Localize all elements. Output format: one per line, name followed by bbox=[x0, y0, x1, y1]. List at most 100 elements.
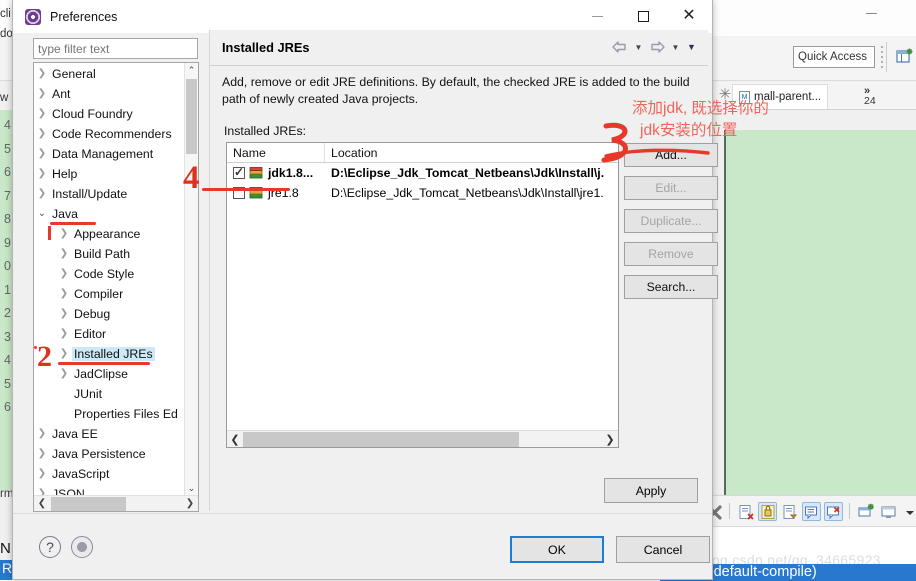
scroll-left-icon[interactable]: ❮ bbox=[227, 433, 243, 446]
code-editor-area[interactable] bbox=[726, 130, 916, 507]
scroll-up-icon[interactable]: ⌃ bbox=[185, 63, 198, 77]
tree-item-ant[interactable]: ❯Ant bbox=[34, 84, 184, 104]
view-menu-chevron-down-icon[interactable]: ▼ bbox=[685, 38, 698, 56]
filter-input[interactable] bbox=[33, 38, 198, 59]
tree-item-code-recommenders[interactable]: ❯Code Recommenders bbox=[34, 124, 184, 144]
tree-item-general[interactable]: ❯General bbox=[34, 64, 184, 84]
chevron-right-icon[interactable]: ❯ bbox=[34, 444, 50, 464]
open-console-icon[interactable] bbox=[856, 502, 875, 521]
tree-item-properties-files-editor[interactable]: Properties Files Ed bbox=[34, 404, 184, 424]
chevron-right-icon[interactable]: ❯ bbox=[34, 484, 50, 495]
tree-horizontal-scrollbar[interactable]: ❮ ❯ bbox=[34, 495, 198, 511]
table-row[interactable]: jre1.8 D:\Eclipse_Jdk_Tomcat_Netbeans\Jd… bbox=[227, 183, 618, 203]
tree-item-help[interactable]: ❯Help bbox=[34, 164, 184, 184]
chevron-right-icon[interactable]: ❯ bbox=[56, 284, 72, 304]
tree-item-cloud-foundry[interactable]: ❯Cloud Foundry bbox=[34, 104, 184, 124]
chevron-right-icon[interactable]: ❯ bbox=[34, 164, 50, 184]
chevron-right-icon[interactable]: ❯ bbox=[56, 364, 72, 384]
toolbar-drag-handle-icon[interactable] bbox=[879, 44, 884, 70]
chevron-down-icon[interactable]: ⌄ bbox=[34, 204, 50, 224]
scroll-left-icon[interactable]: ❮ bbox=[34, 498, 50, 509]
minimize-button[interactable] bbox=[574, 0, 620, 32]
scrollbar-thumb[interactable] bbox=[243, 432, 519, 447]
ok-button[interactable]: OK bbox=[510, 536, 604, 563]
chevron-right-icon[interactable]: ❯ bbox=[34, 464, 50, 484]
page-nav-controls[interactable]: ▼ ▼ ▼ bbox=[611, 38, 698, 56]
tree-item-json[interactable]: ❯JSON bbox=[34, 484, 184, 495]
tree-item-jadclipse[interactable]: ❯JadClipse bbox=[34, 364, 184, 384]
close-icon: ✕ bbox=[682, 8, 695, 24]
table-cell-name[interactable]: jdk1.8... bbox=[227, 166, 325, 180]
tree-item-junit[interactable]: JUnit bbox=[34, 384, 184, 404]
tree-item-editor[interactable]: ❯Editor bbox=[34, 324, 184, 344]
tree-item-javascript[interactable]: ❯JavaScript bbox=[34, 464, 184, 484]
close-button[interactable]: ✕ bbox=[666, 0, 712, 32]
scrollbar-thumb[interactable] bbox=[186, 79, 197, 154]
tree-item-label: Install/Update bbox=[50, 187, 129, 201]
forward-arrow-icon[interactable] bbox=[648, 38, 666, 56]
open-perspective-icon[interactable] bbox=[896, 48, 914, 66]
display-selected-console-icon[interactable] bbox=[824, 502, 843, 521]
scroll-lock-icon[interactable] bbox=[758, 502, 777, 521]
console-toolbar bbox=[700, 495, 916, 527]
chevron-right-icon[interactable]: ❯ bbox=[34, 124, 50, 144]
preferences-gear-icon bbox=[25, 9, 41, 25]
chevron-right-icon[interactable]: ❯ bbox=[56, 324, 72, 344]
tree-item-installed-jres[interactable]: ❯Installed JREs bbox=[34, 344, 184, 364]
chevron-right-icon[interactable]: ❯ bbox=[34, 184, 50, 204]
search-jre-button[interactable]: Search... bbox=[624, 275, 718, 299]
tree-item-debug[interactable]: ❯Debug bbox=[34, 304, 184, 324]
duplicate-jre-button: Duplicate... bbox=[624, 209, 718, 233]
column-header-location[interactable]: Location bbox=[325, 143, 618, 162]
chevron-right-icon[interactable]: ❯ bbox=[34, 84, 50, 104]
back-history-chevron-down-icon[interactable]: ▼ bbox=[632, 38, 645, 56]
scroll-right-icon[interactable]: ❯ bbox=[602, 433, 618, 446]
chevron-right-icon[interactable]: ❯ bbox=[56, 304, 72, 324]
tree-item-label: Java bbox=[50, 207, 80, 221]
quick-access-input[interactable]: Quick Access bbox=[793, 46, 875, 68]
scrollbar-thumb[interactable] bbox=[51, 497, 126, 511]
tree-item-data-management[interactable]: ❯Data Management bbox=[34, 144, 184, 164]
back-arrow-icon[interactable] bbox=[611, 38, 629, 56]
tree-vertical-scrollbar[interactable]: ⌃ ⌄ bbox=[184, 63, 198, 495]
chevron-right-icon[interactable]: ❯ bbox=[56, 224, 72, 244]
tree-item-java[interactable]: ⌄Java bbox=[34, 204, 184, 224]
new-console-view-icon[interactable] bbox=[878, 502, 897, 521]
tree-item-appearance[interactable]: ❯Appearance bbox=[34, 224, 184, 244]
chevron-right-icon[interactable]: ❯ bbox=[34, 104, 50, 124]
apply-button[interactable]: Apply bbox=[604, 478, 698, 503]
dialog-titlebar[interactable]: Preferences ✕ bbox=[13, 0, 712, 33]
forward-history-chevron-down-icon[interactable]: ▼ bbox=[669, 38, 682, 56]
tree-item-java-persistence[interactable]: ❯Java Persistence bbox=[34, 444, 184, 464]
chevron-right-icon[interactable]: ❯ bbox=[34, 64, 50, 84]
tree-item-build-path[interactable]: ❯Build Path bbox=[34, 244, 184, 264]
ide-minimize-button[interactable] bbox=[856, 2, 886, 24]
scroll-right-icon[interactable]: ❯ bbox=[182, 498, 198, 509]
cancel-button[interactable]: Cancel bbox=[616, 536, 710, 563]
tree-item-code-style[interactable]: ❯Code Style bbox=[34, 264, 184, 284]
pin-console-icon[interactable] bbox=[802, 502, 821, 521]
column-header-name[interactable]: Name bbox=[227, 143, 325, 162]
console-menu-dropdown-icon[interactable] bbox=[900, 502, 916, 521]
jre-checkbox[interactable] bbox=[233, 167, 245, 179]
help-icon[interactable]: ? bbox=[39, 536, 61, 558]
add-jre-button[interactable]: Add... bbox=[624, 143, 718, 167]
tree-item-java-ee[interactable]: ❯Java EE bbox=[34, 424, 184, 444]
chevron-right-icon[interactable]: ❯ bbox=[56, 264, 72, 284]
chevron-right-icon[interactable]: ❯ bbox=[34, 424, 50, 444]
tree-item-label: Ant bbox=[50, 87, 72, 101]
tree-item-install-update[interactable]: ❯Install/Update bbox=[34, 184, 184, 204]
table-row[interactable]: jdk1.8... D:\Eclipse_Jdk_Tomcat_Netbeans… bbox=[227, 163, 618, 183]
chevron-right-icon[interactable]: ❯ bbox=[56, 244, 72, 264]
table-horizontal-scrollbar[interactable]: ❮ ❯ bbox=[227, 430, 618, 447]
scroll-down-icon[interactable]: ⌄ bbox=[185, 481, 198, 495]
chevron-right-icon[interactable]: ❯ bbox=[34, 144, 50, 164]
chevron-right-icon[interactable]: ❯ bbox=[56, 344, 72, 364]
tree-item-compiler[interactable]: ❯Compiler bbox=[34, 284, 184, 304]
preferences-tree[interactable]: ❯General ❯Ant ❯Cloud Foundry ❯Code Recom… bbox=[34, 63, 184, 495]
hover-help-icon[interactable] bbox=[71, 536, 93, 558]
clear-console-icon[interactable] bbox=[736, 502, 755, 521]
maximize-button[interactable] bbox=[620, 0, 666, 32]
show-console-on-output-icon[interactable] bbox=[780, 502, 799, 521]
preferences-tree-panel[interactable]: ❯General ❯Ant ❯Cloud Foundry ❯Code Recom… bbox=[33, 62, 199, 512]
